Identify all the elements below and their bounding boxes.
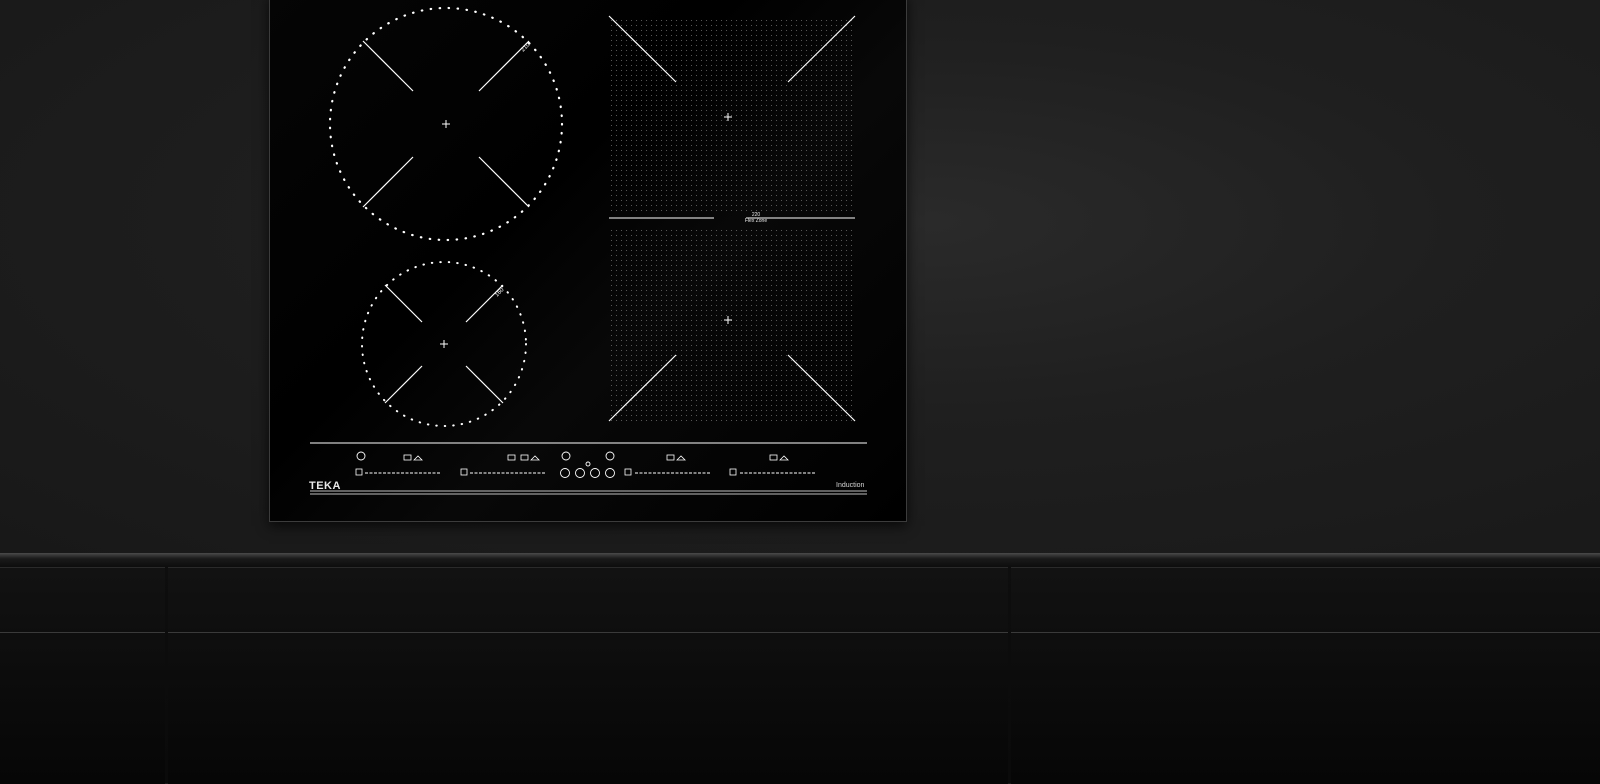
brand-logo: TEKA [309,480,341,492]
cabinet-door-right [1011,567,1600,784]
control-panel [310,442,867,495]
hob-graphics: 210 160 [310,6,867,495]
small-cooking-zone[interactable] [361,261,527,427]
zone-small-size-label: 160 [494,287,506,299]
flex-zone-name: Flex Zone [744,218,768,224]
cabinet-door-middle [168,567,1008,784]
countertop-edge [0,553,1600,567]
flex-zone-label: 220 Flex Zone [726,212,786,224]
product-type-label: Induction [836,482,865,489]
induction-hob: 210 160 [269,0,907,522]
cabinet-door-left [0,567,165,784]
